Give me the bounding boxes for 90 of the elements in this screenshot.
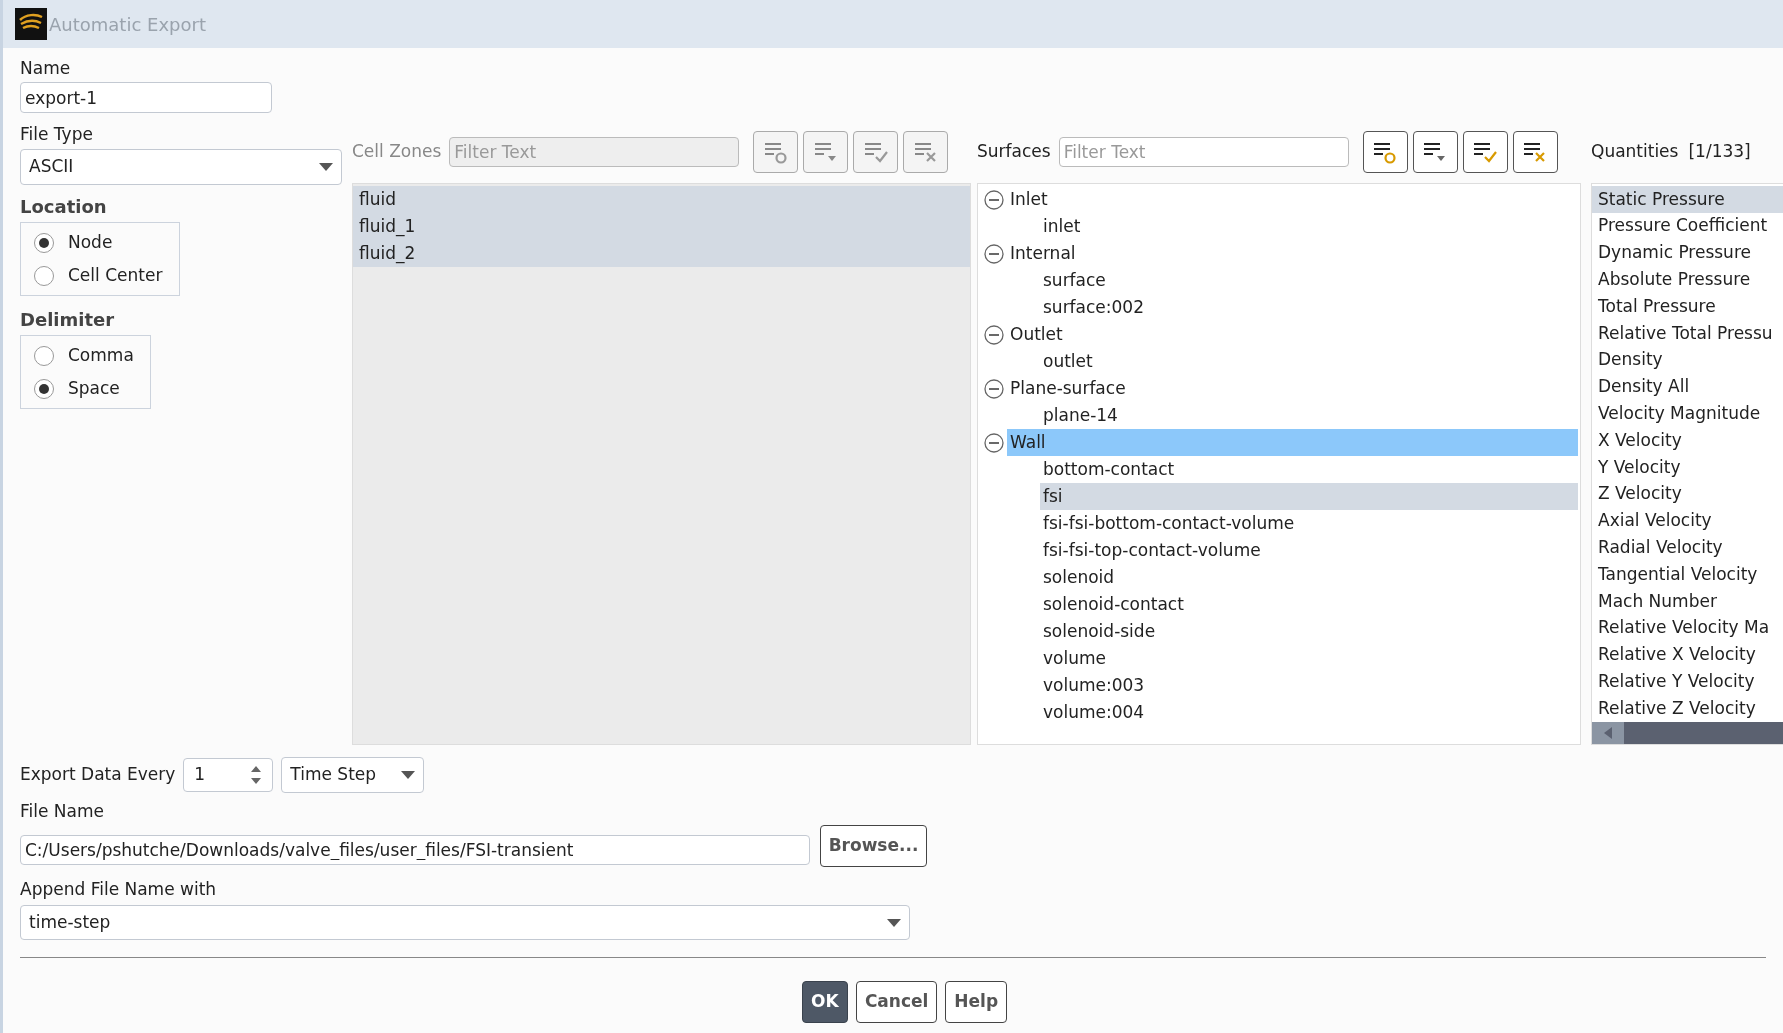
filter-field[interactable]: Filter Text (449, 137, 740, 167)
list-label: Cell Zones (352, 140, 442, 164)
list-item[interactable]: Absolute Pressure (1592, 266, 1783, 294)
list-item[interactable]: Axial Velocity (1592, 507, 1783, 535)
collapse-icon[interactable] (984, 324, 1004, 345)
window-title: Automatic Export (49, 12, 206, 37)
list-item[interactable]: Pressure Coefficient (1592, 212, 1783, 240)
list-item[interactable]: Relative Z Velocity (1592, 695, 1783, 722)
app-logo-icon (15, 8, 47, 40)
tree-item[interactable]: fsi-fsi-top-contact-volume (1040, 537, 1578, 564)
dialog-button[interactable]: Help (945, 981, 1008, 1023)
field-label: Append File Name with (20, 877, 218, 901)
tree-item[interactable]: plane-14 (1040, 402, 1578, 429)
radio-label: Space (68, 376, 120, 400)
file-name-field[interactable]: C:/Users/pshutche/Downloads/valve_files/user_files/FSI-transient (20, 834, 810, 865)
tree-group[interactable]: Inlet (1007, 186, 1578, 213)
group-label: Location (20, 195, 108, 219)
list-item[interactable]: Density (1592, 346, 1783, 374)
list-item[interactable]: fluid_1 (353, 213, 970, 240)
interval-spinner[interactable]: 1 (183, 758, 274, 792)
tree-item[interactable]: surface:002 (1040, 294, 1578, 321)
tree-item[interactable]: bottom-contact (1040, 456, 1578, 483)
radio-button[interactable] (34, 345, 54, 366)
radio-button[interactable] (34, 265, 54, 286)
unit-dropdown[interactable]: Time Step (281, 757, 425, 793)
field-label: File Name (20, 800, 105, 823)
list-item[interactable]: Relative Y Velocity (1592, 668, 1783, 696)
radio-label: Cell Center (68, 263, 163, 287)
radio-button[interactable] (34, 232, 54, 253)
toolbar-button[interactable] (1462, 131, 1508, 173)
dialog-button[interactable]: OK (801, 981, 848, 1023)
tree-group[interactable]: Outlet (1007, 321, 1578, 348)
list-item[interactable]: Tangential Velocity (1592, 561, 1783, 588)
radio-label: Node (68, 230, 113, 254)
field-label: File Type (20, 123, 94, 146)
list-item[interactable]: Density All (1592, 373, 1783, 401)
radio-button[interactable] (34, 378, 54, 399)
list-item[interactable]: Mach Number (1592, 587, 1783, 615)
collapse-icon[interactable] (984, 189, 1004, 210)
list-item[interactable]: X Velocity (1592, 427, 1783, 454)
list-label: Quantities (1591, 140, 1679, 164)
tree-item[interactable]: volume (1040, 645, 1578, 672)
list-label: Surfaces (977, 140, 1051, 164)
field-label: Name (20, 57, 72, 80)
filter-field[interactable]: Filter Text (1058, 137, 1349, 167)
caret-icon (887, 918, 901, 927)
list-item[interactable]: Relative Total Pressu (1592, 320, 1783, 347)
tree-item[interactable]: solenoid (1040, 564, 1578, 591)
toolbar-button[interactable] (1362, 131, 1408, 173)
tree-item[interactable]: solenoid-contact (1040, 591, 1578, 618)
list-item[interactable]: Dynamic Pressure (1592, 239, 1783, 267)
caret-icon (319, 163, 333, 171)
tree-item[interactable]: outlet (1040, 348, 1578, 375)
tree-group[interactable]: Internal (1007, 240, 1578, 267)
list-item[interactable]: Relative Velocity Ma (1592, 614, 1783, 642)
list-item[interactable]: fluid_2 (353, 240, 970, 267)
append-dropdown[interactable]: time-step (20, 905, 910, 940)
tree-group[interactable]: Plane-surface (1007, 375, 1578, 402)
list-item[interactable]: Relative X Velocity (1592, 641, 1783, 669)
list-item[interactable]: Radial Velocity (1592, 534, 1783, 562)
left-arrow-icon (1604, 727, 1612, 739)
tree-item[interactable]: fsi (1040, 483, 1578, 510)
browse-button[interactable]: Browse... (820, 824, 927, 867)
list-item[interactable]: Z Velocity (1592, 480, 1783, 508)
collapse-icon[interactable] (984, 378, 1004, 399)
list-item[interactable]: Static Pressure (1592, 186, 1783, 213)
tree-item[interactable]: volume:004 (1040, 699, 1578, 726)
radio-label: Comma (68, 343, 134, 367)
caret-icon (401, 771, 416, 779)
field-label: Export Data Every (20, 763, 176, 787)
tree-item[interactable]: inlet (1040, 213, 1578, 240)
list-item[interactable]: Y Velocity (1592, 453, 1783, 481)
list-item[interactable]: Total Pressure (1592, 293, 1783, 320)
toolbar-button[interactable] (1412, 131, 1458, 173)
tree-item[interactable]: volume:003 (1040, 672, 1578, 699)
list-item[interactable]: Velocity Magnitude (1592, 400, 1783, 428)
group-label: Delimiter (20, 308, 116, 332)
tree-item[interactable]: fsi-fsi-bottom-contact-volume (1040, 510, 1578, 537)
collapse-icon[interactable] (984, 243, 1004, 264)
horizontal-scrollbar[interactable] (1592, 722, 1783, 744)
toolbar-button[interactable] (1512, 131, 1558, 173)
quantity-count: [1/133] (1688, 140, 1751, 164)
name-field[interactable]: export-1 (20, 82, 272, 113)
tree-item[interactable]: surface (1040, 267, 1578, 294)
collapse-icon[interactable] (984, 432, 1004, 453)
tree-group[interactable]: Wall (1007, 429, 1578, 456)
tree-item[interactable]: solenoid-side (1040, 618, 1578, 645)
dialog-button[interactable]: Cancel (855, 981, 938, 1023)
file-type-dropdown[interactable]: ASCII (20, 149, 342, 185)
list-item[interactable]: fluid (353, 186, 970, 213)
